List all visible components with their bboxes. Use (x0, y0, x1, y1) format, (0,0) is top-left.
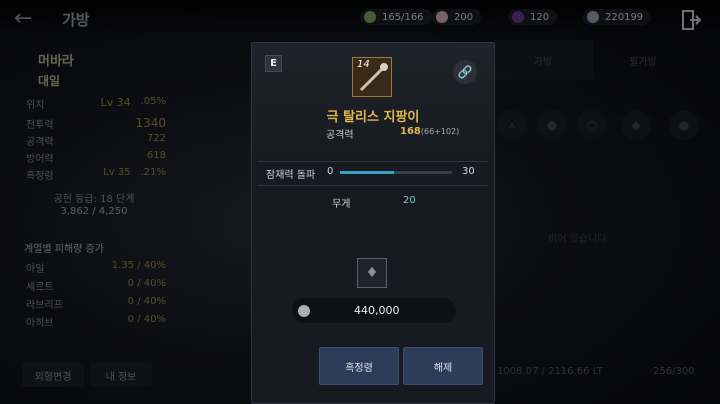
item-detail-modal: E 14 🔗 극 탈리스 지팡이 공격력 168(66+102) 잠재력 돌파 … (251, 42, 495, 404)
breakthrough-label: 잠재력 돌파 (266, 170, 316, 181)
black-spirit-button[interactable]: 흑정령 (319, 347, 399, 385)
weight-label: 무게 (332, 199, 351, 210)
attack-value: 168(66+102) (400, 126, 460, 137)
weight-value: 20 (403, 195, 416, 206)
divider (258, 185, 488, 186)
gem-socket-icon[interactable]: ♦ (357, 258, 387, 288)
grade-badge: E (265, 55, 282, 72)
divider (258, 161, 488, 162)
link-icon[interactable]: 🔗 (453, 60, 477, 84)
staff-icon: 14 (352, 57, 392, 97)
breakthrough-min: 0 (327, 166, 334, 177)
breakthrough-bar (340, 171, 452, 174)
breakthrough-max: 30 (462, 166, 475, 177)
item-name: 극 탈리스 지팡이 (326, 110, 420, 125)
silver-coin-icon (298, 304, 310, 317)
unequip-button[interactable]: 해제 (403, 347, 483, 385)
attack-label: 공격력 (326, 130, 354, 141)
price-field: 440,000 (292, 298, 456, 323)
